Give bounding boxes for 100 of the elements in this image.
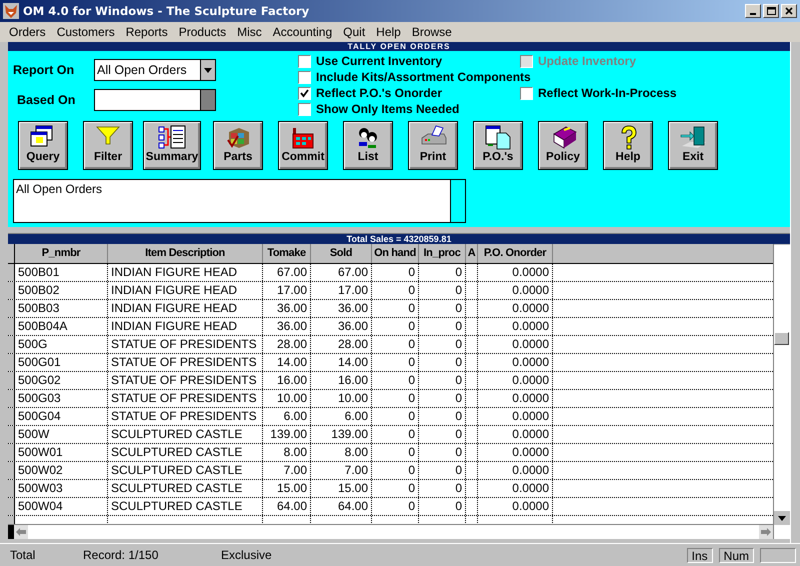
table-cell: 36.00 xyxy=(263,300,311,317)
close-button[interactable] xyxy=(781,4,797,18)
table-cell: 16.00 xyxy=(263,372,311,389)
description-box[interactable]: All Open Orders xyxy=(13,179,451,223)
table-cell: 0 xyxy=(419,354,466,371)
table-cell: 0 xyxy=(372,390,419,407)
toolbar-button[interactable]: List xyxy=(343,121,393,170)
table-cell: 500W03 xyxy=(15,480,108,497)
table-cell: 10.00 xyxy=(263,390,311,407)
table-cell: 0 xyxy=(419,462,466,479)
toolbar-button[interactable]: Exit xyxy=(668,121,718,170)
menu-item[interactable]: Reports xyxy=(120,25,174,39)
toolbar-button[interactable]: Commit xyxy=(278,121,328,170)
toolbar-button[interactable]: Help xyxy=(603,121,653,170)
window-title: OM 4.0 for Windows - The Sculpture Factory xyxy=(23,4,310,18)
menu-item[interactable]: Browse xyxy=(406,25,458,39)
status-text: Total xyxy=(9,548,36,562)
table-cell: STATUE OF PRESIDENTS xyxy=(108,336,263,353)
table-cell: 0 xyxy=(372,282,419,299)
row-selector[interactable] xyxy=(8,390,15,407)
row-selector[interactable] xyxy=(8,444,15,461)
column-header[interactable]: In_proc xyxy=(419,244,466,263)
minimize-icon xyxy=(750,13,756,15)
door-icon xyxy=(678,124,708,150)
checkbox[interactable] xyxy=(298,54,311,68)
menu-item[interactable]: Misc xyxy=(232,25,268,39)
toolbar-button[interactable]: Summary xyxy=(143,121,201,170)
based-on-field[interactable] xyxy=(94,89,216,111)
row-selector[interactable] xyxy=(8,354,15,371)
maximize-button[interactable] xyxy=(763,4,779,18)
chart-icon xyxy=(157,124,187,150)
menu-item[interactable]: Help xyxy=(371,25,407,39)
table-cell: 6.00 xyxy=(311,408,372,425)
table-cell: 500B03 xyxy=(15,300,108,317)
table-cell: 67.00 xyxy=(311,264,372,281)
row-selector[interactable] xyxy=(8,336,15,353)
toolbar-button[interactable]: Policy xyxy=(538,121,588,170)
column-header[interactable]: On hand xyxy=(372,244,419,263)
table-cell: 0 xyxy=(372,336,419,353)
checkbox-label: Use Current Inventory xyxy=(316,54,442,68)
toolbar-button[interactable]: P.O.'s xyxy=(473,121,523,170)
table-cell: 0 xyxy=(419,372,466,389)
table-cell: 0 xyxy=(419,390,466,407)
table-cell: 36.00 xyxy=(263,318,311,335)
row-selector[interactable] xyxy=(8,480,15,497)
table-cell: 0.0000 xyxy=(478,318,553,335)
table-cell: 0 xyxy=(372,300,419,317)
table-cell: 28.00 xyxy=(263,336,311,353)
table-cell: 0 xyxy=(419,408,466,425)
table-cell: 7.00 xyxy=(311,462,372,479)
table-cell: 0 xyxy=(372,264,419,281)
table-cell: 0.0000 xyxy=(478,462,553,479)
row-selector[interactable] xyxy=(8,498,15,515)
table-cell: 500G04 xyxy=(15,408,108,425)
record-marker xyxy=(8,525,14,539)
row-selector[interactable] xyxy=(8,462,15,479)
row-selector[interactable] xyxy=(8,426,15,443)
row-selector[interactable] xyxy=(8,408,15,425)
checkbox[interactable] xyxy=(298,86,311,100)
toolbar-button[interactable]: Parts xyxy=(213,121,263,170)
row-selector[interactable] xyxy=(8,282,15,299)
column-header[interactable]: Item Description xyxy=(108,244,263,263)
table-cell: 7.00 xyxy=(263,462,311,479)
minimize-button[interactable] xyxy=(745,4,761,18)
column-header[interactable]: P_nmbr xyxy=(15,244,108,263)
menu-item[interactable]: Accounting xyxy=(268,25,338,39)
table-cell: 36.00 xyxy=(311,318,372,335)
table-cell: 0 xyxy=(419,282,466,299)
toolbar-button[interactable]: Print xyxy=(408,121,458,170)
table-cell: 500W02 xyxy=(15,462,108,479)
checkbox-label: Show Only Items Needed xyxy=(316,102,460,116)
row-selector[interactable] xyxy=(8,264,15,281)
form-title: TALLY OPEN ORDERS xyxy=(8,42,790,51)
column-header[interactable]: Sold xyxy=(311,244,372,263)
table-cell: 64.00 xyxy=(263,498,311,515)
menu-item[interactable]: Customers xyxy=(52,25,121,39)
toolbar-button[interactable]: Filter xyxy=(83,121,133,170)
row-selector[interactable] xyxy=(8,372,15,389)
table-cell: 8.00 xyxy=(263,444,311,461)
scroll-thumb[interactable] xyxy=(774,332,789,345)
row-selector[interactable] xyxy=(8,300,15,317)
checkbox-label: Update Inventory xyxy=(538,54,636,68)
table-cell: 0 xyxy=(372,372,419,389)
table-cell: 0.0000 xyxy=(478,408,553,425)
menu-item[interactable]: Products xyxy=(174,25,232,39)
menu-item[interactable]: Orders xyxy=(4,25,52,39)
column-header[interactable]: P.O. Onorder xyxy=(478,244,553,263)
menu-item[interactable]: Quit xyxy=(338,25,372,39)
row-selector[interactable] xyxy=(8,318,15,335)
table-cell: 500G03 xyxy=(15,390,108,407)
checkbox[interactable] xyxy=(298,102,311,116)
toolbar-button[interactable]: Query xyxy=(18,121,68,170)
table-cell: 0.0000 xyxy=(478,372,553,389)
report-on-dropdown[interactable]: All Open Orders xyxy=(94,59,216,81)
column-header[interactable]: Tomake xyxy=(263,244,311,263)
checkbox[interactable] xyxy=(298,70,311,84)
table-cell: 0.0000 xyxy=(478,480,553,497)
scroll-down-icon[interactable] xyxy=(774,511,790,525)
column-header[interactable]: A xyxy=(466,244,478,263)
checkbox[interactable] xyxy=(520,86,533,100)
